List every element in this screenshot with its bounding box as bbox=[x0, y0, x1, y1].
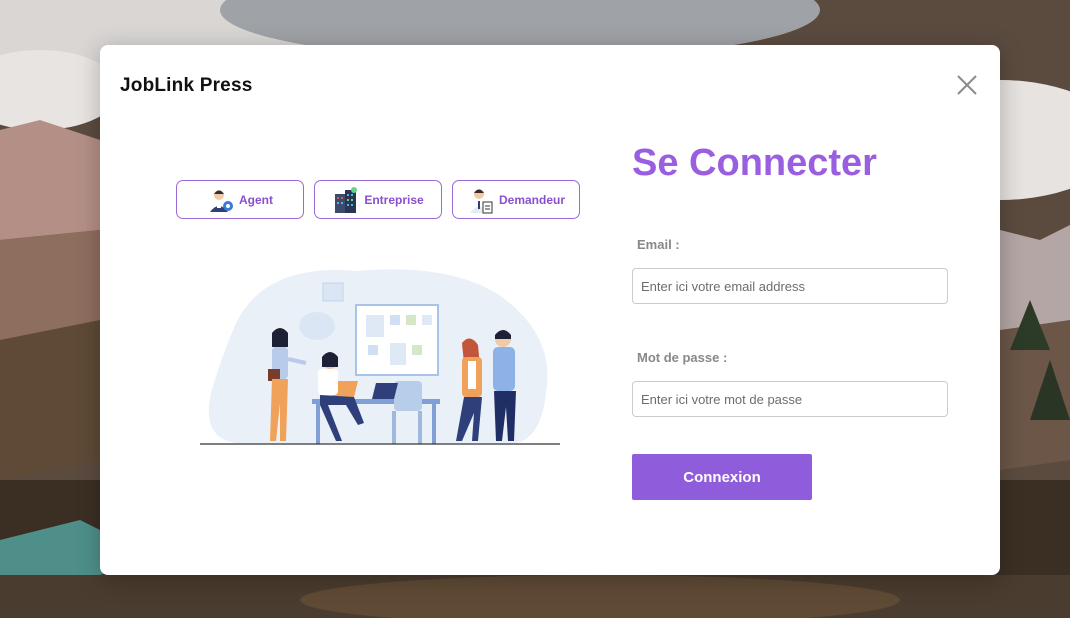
job-seeker-icon bbox=[469, 188, 493, 213]
brand-title: JobLink Press bbox=[120, 75, 253, 96]
email-label: Email : bbox=[637, 237, 680, 252]
role-label-entreprise: Entreprise bbox=[364, 192, 424, 207]
role-button-agent[interactable]: Agent bbox=[176, 180, 304, 219]
building-icon bbox=[335, 186, 358, 213]
role-button-entreprise[interactable]: Entreprise bbox=[314, 180, 442, 219]
role-label-demandeur: Demandeur bbox=[498, 192, 566, 207]
role-button-demandeur[interactable]: Demandeur bbox=[452, 180, 580, 219]
role-selector: Agent Entreprise Demandeur bbox=[176, 180, 580, 219]
login-button[interactable]: Connexion bbox=[632, 454, 812, 500]
role-label-agent: Agent bbox=[239, 192, 273, 207]
team-meeting-illustration bbox=[200, 269, 560, 445]
agent-icon bbox=[210, 189, 233, 212]
password-input[interactable] bbox=[632, 381, 948, 417]
login-modal: JobLink Press Agent Entreprise Demandeur… bbox=[100, 45, 1000, 575]
login-title: Se Connecter bbox=[632, 142, 877, 184]
close-icon[interactable] bbox=[955, 73, 979, 97]
email-input[interactable] bbox=[632, 268, 948, 304]
password-label: Mot de passe : bbox=[637, 350, 728, 365]
